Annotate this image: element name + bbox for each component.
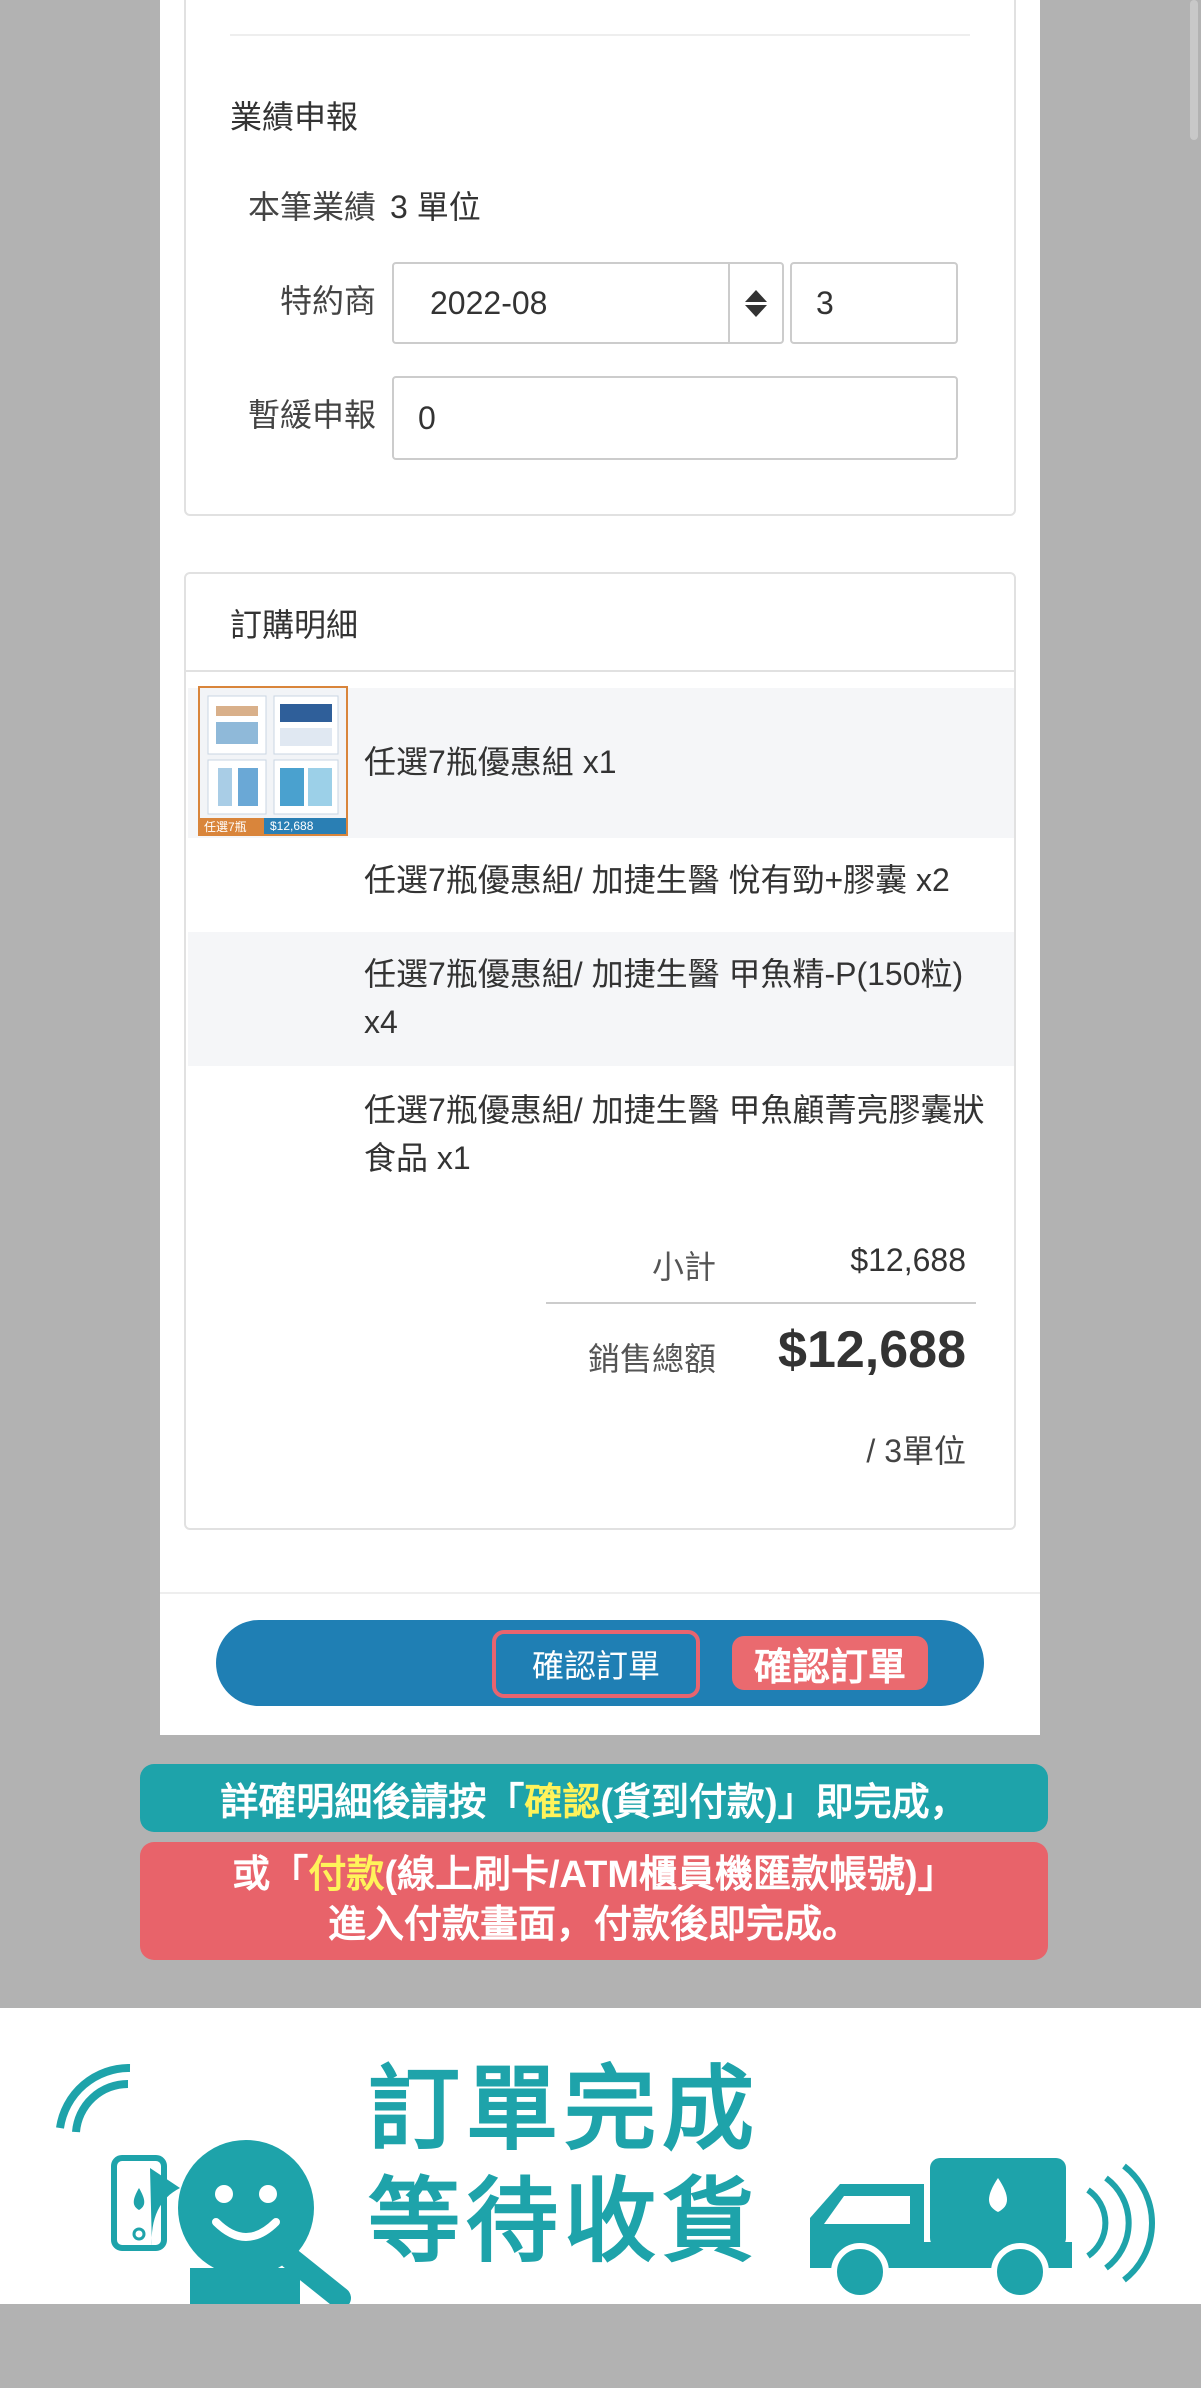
confirm-order-button[interactable]: 確認訂單: [492, 1630, 700, 1698]
list-item: 任選7瓶 $12,688 任選7瓶優惠組 x1: [188, 686, 1014, 838]
product-thumbnail: 任選7瓶 $12,688: [198, 686, 348, 836]
thumbnail-caption-left: 任選7瓶: [204, 819, 247, 834]
current-performance-value: 3 單位: [390, 189, 481, 225]
defer-input[interactable]: 0: [392, 376, 958, 460]
instruction-line: 或「付款(線上刷卡/ATM櫃員機匯款帳號)」: [140, 1850, 1048, 1900]
caret-up-icon: [745, 289, 767, 302]
instruction-line: 進入付款畫面，付款後即完成。: [327, 1904, 860, 1946]
item-name: 任選7瓶優惠組/ 加捷生醫 悅有勁+膠囊 x2: [364, 862, 950, 898]
divider: [230, 34, 970, 36]
dealer-label: 特約商: [279, 283, 376, 319]
subtotal-value: $12,688: [850, 1242, 966, 1278]
defer-value: 0: [418, 399, 436, 436]
current-performance-label: 本筆業績: [247, 189, 376, 225]
bottom-strip: [0, 2304, 1201, 2388]
divider: [160, 1592, 1040, 1594]
phone-screen: 業績申報 本筆業績 3 單位 特約商 2022-08 3 暫緩申報 0 訂購明細: [160, 0, 1198, 1735]
thumbnail-caption-price: $12,688: [264, 818, 346, 834]
mascot-phone-icon: [56, 2063, 351, 2304]
defer-label: 暫緩申報: [247, 397, 376, 433]
total-label: 銷售總額: [587, 1341, 716, 1377]
units-note: / 3單位: [866, 1433, 966, 1469]
item-name: 任選7瓶優惠組/ 加捷生醫 甲魚顧菁亮膠囊狀食品 x1: [364, 1092, 985, 1176]
instruction-text: (貨到付款)」即完成，: [600, 1781, 968, 1824]
scrollbar[interactable]: [1190, 0, 1198, 140]
instruction-highlight: 確認: [524, 1781, 601, 1824]
performance-panel: 業績申報 本筆業績 3 單位 特約商 2022-08 3 暫緩申報 0: [184, 0, 1016, 516]
dealer-quantity-input[interactable]: 3: [790, 262, 958, 344]
divider: [186, 670, 1014, 672]
instruction-confirm: 詳確明細後請按「 確認 (貨到付款)」即完成，: [140, 1764, 1048, 1832]
order-section-title: 訂購明細: [230, 607, 359, 643]
item-name: 任選7瓶優惠組/ 加捷生醫 甲魚精-P(150粒) x4: [364, 956, 964, 1040]
performance-section-title: 業績申報: [230, 99, 359, 135]
instruction-highlight: 付款: [308, 1854, 385, 1896]
subtotal-label: 小計: [651, 1249, 716, 1285]
delivery-truck-icon: [810, 2158, 1155, 2301]
instruction-payment: 或「付款(線上刷卡/ATM櫃員機匯款帳號)」 進入付款畫面，付款後即完成。: [140, 1842, 1048, 1960]
list-item: 任選7瓶優惠組/ 加捷生醫 悅有勁+膠囊 x2: [188, 838, 1014, 932]
total-value: $12,688: [778, 1321, 966, 1379]
completion-title-line1: 訂單完成: [368, 2059, 761, 2161]
confirm-order-tag: 確認訂單: [732, 1636, 928, 1690]
instruction-text: 詳確明細後請按「: [220, 1781, 525, 1824]
order-detail-panel: 訂購明細 任選7瓶 $12,688 任選7瓶優惠組 x1 任選7瓶優惠組/ 加捷…: [184, 572, 1016, 1530]
spinner-icon[interactable]: [728, 264, 782, 342]
completion-banner: 訂單完成 等待收貨: [0, 2008, 1201, 2304]
thumbnail-caption: 任選7瓶 $12,688: [200, 818, 346, 834]
instruction-text: (線上刷卡/ATM櫃員機匯款帳號)」: [384, 1854, 956, 1896]
dealer-quantity-value: 3: [816, 284, 834, 321]
item-name: 任選7瓶優惠組 x1: [364, 744, 617, 780]
list-item: 任選7瓶優惠組/ 加捷生醫 甲魚顧菁亮膠囊狀食品 x1: [188, 1066, 1014, 1196]
completion-title-line2: 等待收貨: [368, 2171, 761, 2273]
dealer-month-value: 2022-08: [430, 284, 548, 321]
caret-down-icon: [745, 304, 767, 317]
instruction-text: 或「: [232, 1854, 309, 1896]
list-item: 任選7瓶優惠組/ 加捷生醫 甲魚精-P(150粒) x4: [188, 932, 1014, 1066]
divider: [546, 1302, 976, 1304]
dealer-month-select[interactable]: 2022-08: [392, 262, 784, 344]
